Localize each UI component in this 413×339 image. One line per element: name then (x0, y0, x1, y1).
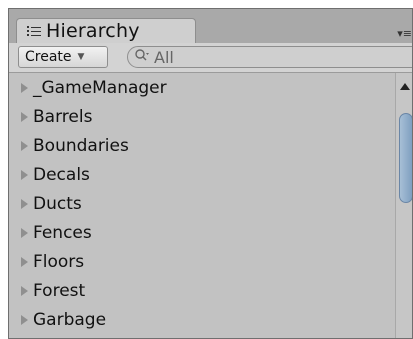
panel-menu-icon[interactable]: ▾≡ (397, 27, 412, 40)
hierarchy-panel: Hierarchy ▾≡ Create ▼ _GameManager Barre… (8, 8, 413, 339)
hierarchy-item-label: _GameManager (33, 77, 167, 98)
tab-bar: Hierarchy ▾≡ (9, 9, 412, 43)
hierarchy-list: _GameManager Barrels Boundaries Decals D… (9, 73, 394, 334)
hierarchy-item[interactable]: Barrels (9, 102, 394, 131)
hierarchy-item[interactable]: _GameManager (9, 73, 394, 102)
search-field[interactable] (127, 46, 412, 68)
hierarchy-item[interactable]: Boundaries (9, 131, 394, 160)
vertical-scrollbar[interactable] (395, 73, 412, 338)
hierarchy-toolbar: Create ▼ (9, 43, 412, 73)
create-button[interactable]: Create ▼ (18, 46, 108, 68)
scrollbar-thumb[interactable] (399, 113, 412, 203)
hierarchy-item-label: Forest (33, 280, 86, 301)
expand-arrow-icon[interactable] (21, 169, 28, 180)
expand-arrow-icon[interactable] (21, 256, 28, 267)
expand-arrow-icon[interactable] (21, 140, 28, 151)
expand-arrow-icon[interactable] (21, 227, 28, 238)
expand-arrow-icon[interactable] (21, 198, 28, 209)
hierarchy-item[interactable]: Forest (9, 276, 394, 305)
hierarchy-item[interactable]: Garbage (9, 305, 394, 334)
create-button-label: Create (25, 49, 72, 65)
search-input[interactable] (154, 47, 354, 67)
hierarchy-item[interactable]: Ducts (9, 189, 394, 218)
hierarchy-item-label: Decals (33, 164, 90, 185)
hierarchy-item[interactable]: Decals (9, 160, 394, 189)
scroll-up-arrow-icon[interactable] (400, 83, 410, 90)
search-icon[interactable] (134, 48, 152, 66)
hierarchy-item-label: Floors (33, 251, 85, 272)
hierarchy-item[interactable]: Fences (9, 218, 394, 247)
dropdown-arrow-icon: ▼ (77, 52, 85, 62)
hierarchy-item-label: Fences (33, 222, 92, 243)
tab-title: Hierarchy (46, 20, 140, 42)
tab-hierarchy[interactable]: Hierarchy (16, 18, 196, 43)
hierarchy-item-label: Garbage (33, 309, 107, 330)
expand-arrow-icon[interactable] (21, 82, 28, 93)
hierarchy-item[interactable]: Floors (9, 247, 394, 276)
expand-arrow-icon[interactable] (21, 111, 28, 122)
expand-arrow-icon[interactable] (21, 285, 28, 296)
hierarchy-item-label: Boundaries (33, 135, 129, 156)
list-icon (27, 26, 41, 36)
expand-arrow-icon[interactable] (21, 314, 28, 325)
hierarchy-item-label: Ducts (33, 193, 82, 214)
hierarchy-item-label: Barrels (33, 106, 93, 127)
